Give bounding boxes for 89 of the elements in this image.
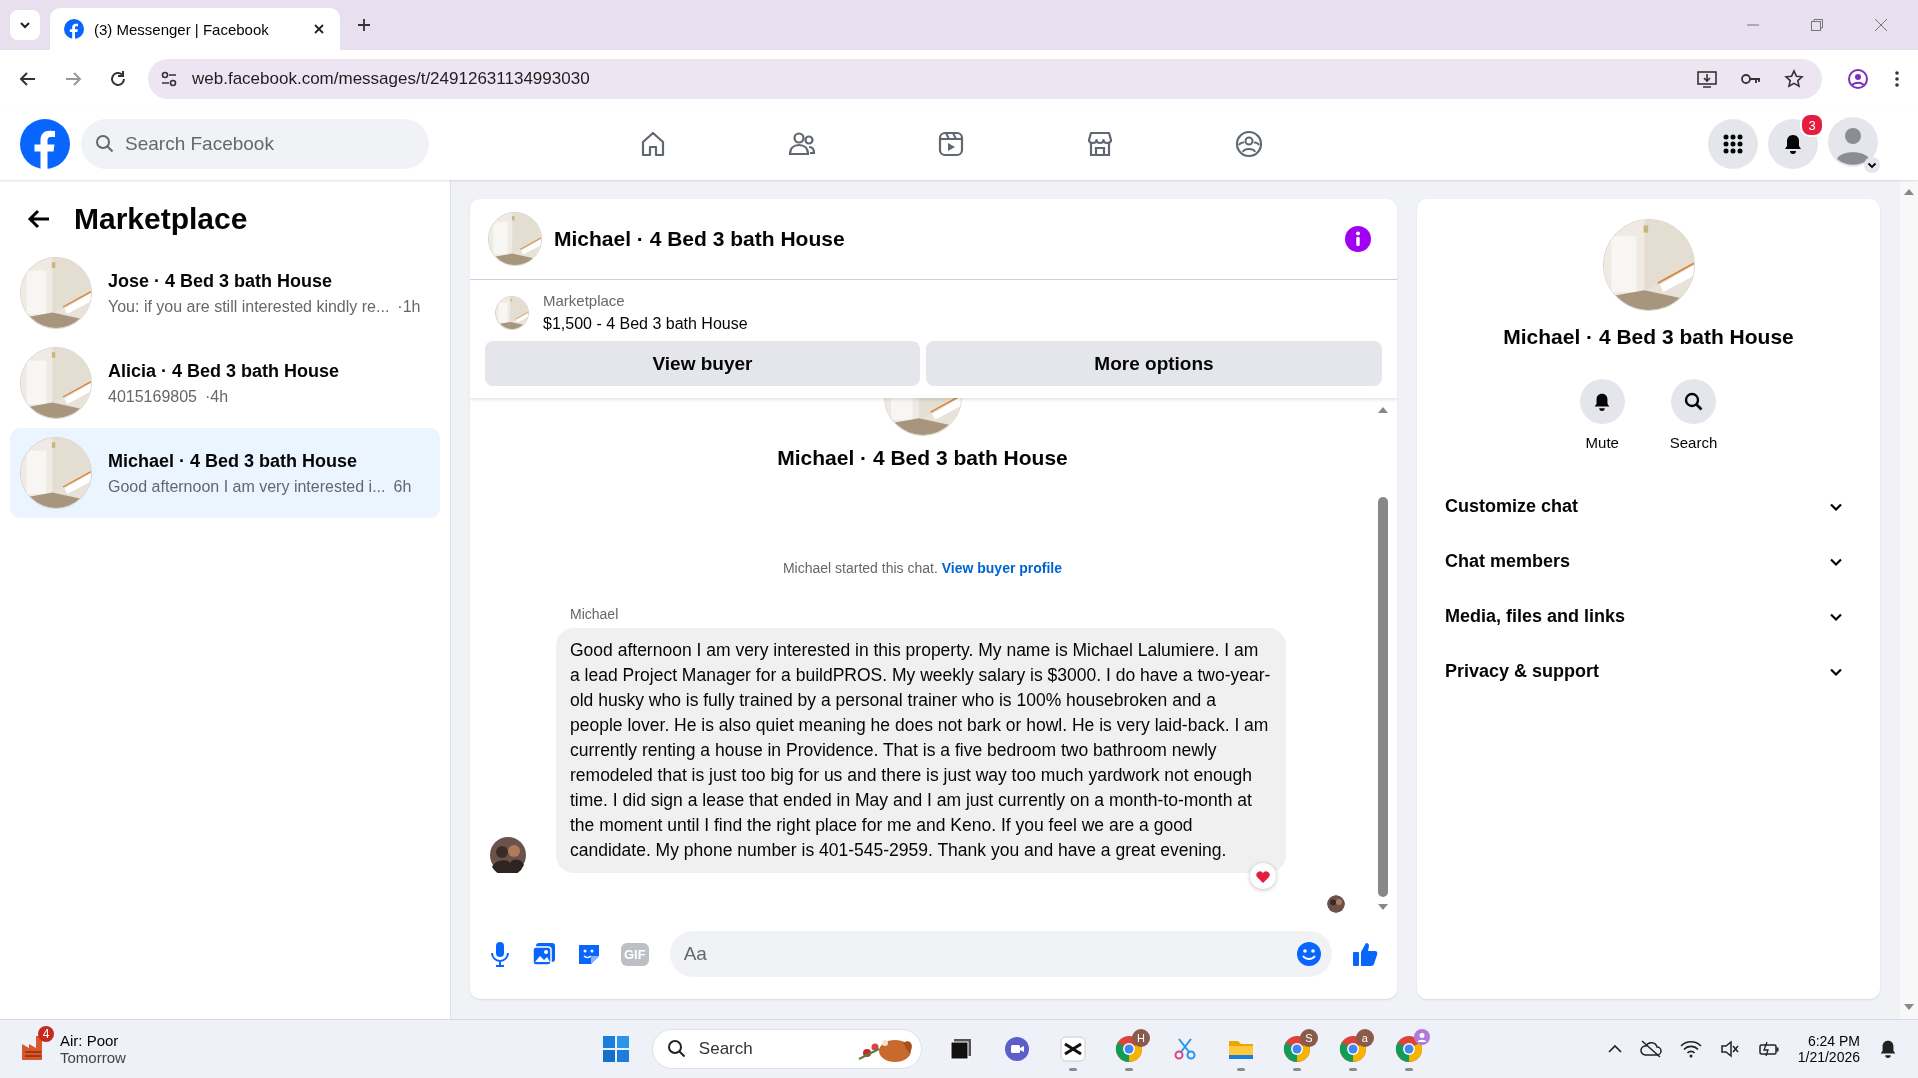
- details-section[interactable]: Chat members: [1437, 534, 1860, 589]
- conversation-time: ·4h: [205, 387, 229, 406]
- conversation-name: Michael · 4 Bed 3 bath House: [108, 450, 359, 472]
- weather-text: Air: Poor: [60, 1032, 120, 1049]
- chat-title: Michael · 4 Bed 3 bath House: [554, 227, 845, 251]
- grid-icon: [1722, 133, 1744, 155]
- sidebar-title: Marketplace: [74, 202, 248, 236]
- browser-tab[interactable]: (3) Messenger | Facebook: [50, 8, 340, 50]
- chevron-down-icon[interactable]: [1864, 157, 1880, 173]
- search-button[interactable]: [1671, 379, 1716, 424]
- profile-icon[interactable]: [1847, 68, 1869, 90]
- conversation-item[interactable]: Michael · 4 Bed 3 bath House Good afternoon I am very interested i... 6h: [10, 428, 440, 518]
- scrollbar-thumb[interactable]: [1378, 497, 1388, 897]
- scroll-up-icon[interactable]: [1377, 406, 1389, 414]
- menu-button[interactable]: [1708, 119, 1758, 169]
- cloud-off-icon[interactable]: [1639, 1039, 1662, 1059]
- microphone-icon[interactable]: [488, 941, 512, 967]
- clock-date[interactable]: 1/21/2026: [1797, 1049, 1860, 1065]
- search-icon: [95, 134, 115, 154]
- app-badge: H: [1131, 1029, 1150, 1047]
- mute-button[interactable]: [1579, 379, 1625, 424]
- browser-icon[interactable]: [1282, 1035, 1311, 1063]
- windows-icon[interactable]: [601, 1035, 630, 1063]
- notification-count: 3: [1800, 113, 1824, 137]
- chevron-up-icon[interactable]: [1607, 1044, 1622, 1054]
- browser-icon[interactable]: [1394, 1035, 1423, 1063]
- speaker-muted-icon[interactable]: [1719, 1040, 1740, 1058]
- details-section[interactable]: Customize chat: [1437, 479, 1860, 534]
- emoji-icon[interactable]: [1296, 941, 1322, 967]
- browser-icon[interactable]: [1114, 1035, 1143, 1063]
- search-icon: [666, 1039, 687, 1059]
- star-icon[interactable]: [1784, 69, 1804, 89]
- chat-started-note: Michael started this chat.: [782, 560, 938, 576]
- conversation-time: 6h: [393, 477, 412, 496]
- search-icon: [1683, 391, 1704, 412]
- site-settings-icon[interactable]: [160, 70, 178, 88]
- battery-icon[interactable]: [1757, 1040, 1780, 1058]
- action-label: Search: [1669, 434, 1718, 451]
- address-field[interactable]: web.facebook.com/messages/t/24912631134993030: [148, 59, 1822, 99]
- scroll-down-icon[interactable]: [1377, 903, 1389, 911]
- listing-title: $1,500 - 4 Bed 3 bath House: [543, 315, 748, 333]
- app-badge: a: [1355, 1029, 1374, 1047]
- message-field[interactable]: Aa: [669, 931, 1332, 977]
- wifi-icon[interactable]: [1679, 1040, 1702, 1058]
- conversation-preview: You: if you are still interested kindly re...: [108, 297, 390, 316]
- install-icon[interactable]: [1696, 69, 1718, 89]
- conversation-name: Alicia · 4 Bed 3 bath House: [108, 360, 340, 382]
- tab-list-button[interactable]: [10, 10, 40, 40]
- conversation-preview: 4015169805: [108, 387, 197, 406]
- browser-icon[interactable]: [1338, 1035, 1367, 1063]
- bell-icon[interactable]: [1878, 1038, 1898, 1060]
- thumbs-up-icon[interactable]: [1351, 940, 1379, 968]
- view-buyer-profile-link[interactable]: View buyer profile: [941, 560, 1063, 576]
- restore-icon[interactable]: [1810, 18, 1824, 32]
- conversation-preview: Good afternoon I am very interested i...: [108, 477, 386, 496]
- photo-icon[interactable]: [531, 941, 557, 967]
- sender-name: Michael: [570, 606, 620, 622]
- view-buyer-button[interactable]: View buyer: [485, 341, 920, 386]
- details-section[interactable]: Media, files and links: [1437, 589, 1860, 644]
- app-icon[interactable]: [1059, 1036, 1086, 1062]
- details-title: Michael · 4 Bed 3 bath House: [1503, 325, 1794, 349]
- weather-badge: 4: [38, 1026, 54, 1042]
- clock-time[interactable]: 6:24 PM: [1807, 1033, 1860, 1049]
- conversation-title: Michael · 4 Bed 3 bath House: [777, 446, 1068, 470]
- search-field[interactable]: Search Facebook: [81, 119, 429, 169]
- menu-icon[interactable]: [1894, 69, 1900, 89]
- new-tab-icon[interactable]: [356, 17, 372, 33]
- conversation-item[interactable]: Alicia · 4 Bed 3 bath House 4015169805 ·4h: [10, 338, 440, 428]
- facebook-icon: [64, 19, 84, 39]
- conversation-item[interactable]: Jose · 4 Bed 3 bath House You: if you are still interested kindly re... ·1h: [10, 248, 440, 338]
- taskbar-search-field[interactable]: Search: [651, 1029, 922, 1069]
- groups-icon: [1233, 129, 1264, 159]
- close-icon[interactable]: [312, 22, 326, 36]
- more-options-button[interactable]: More options: [926, 341, 1382, 386]
- details-section[interactable]: Privacy & support: [1437, 644, 1860, 699]
- bell-icon: [1782, 133, 1804, 155]
- scroll-up-icon[interactable]: [1903, 188, 1915, 196]
- task-view-icon[interactable]: [947, 1036, 974, 1062]
- reload-icon[interactable]: [108, 69, 128, 89]
- app-badge: S: [1299, 1029, 1318, 1047]
- conversation-name: Jose · 4 Bed 3 bath House: [108, 270, 334, 292]
- info-icon[interactable]: [1345, 226, 1371, 252]
- weather-subtext: Tomorrow: [60, 1049, 126, 1066]
- scroll-down-icon[interactable]: [1903, 1003, 1915, 1011]
- action-label: Mute: [1585, 434, 1619, 451]
- listing-source: Marketplace: [543, 292, 626, 309]
- video-chat-icon[interactable]: [1002, 1035, 1031, 1063]
- conversation-time: ·1h: [397, 297, 421, 316]
- facebook-logo[interactable]: [20, 119, 70, 169]
